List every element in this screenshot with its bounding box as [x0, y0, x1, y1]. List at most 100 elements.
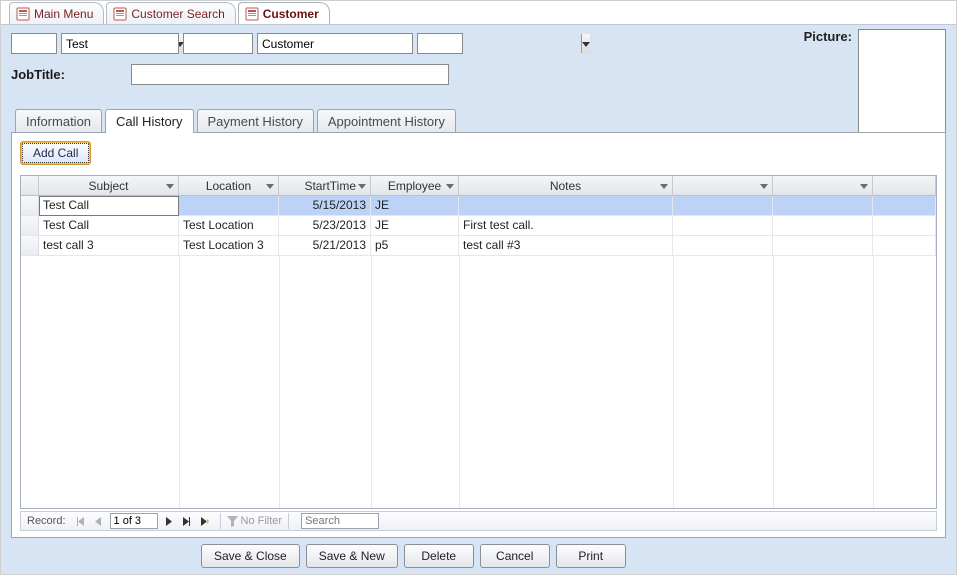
cell-notes[interactable]: test call #3: [459, 236, 673, 256]
cell-employee[interactable]: JE: [371, 216, 459, 236]
chevron-down-icon[interactable]: [356, 180, 368, 192]
cell-blank[interactable]: [673, 216, 773, 236]
cell-subject[interactable]: test call 3: [39, 236, 179, 256]
chevron-down-icon[interactable]: [164, 180, 176, 192]
last-name-combo[interactable]: [257, 33, 413, 54]
col-employee[interactable]: Employee: [371, 176, 459, 195]
cell-subject[interactable]: Test Call: [39, 216, 179, 236]
row-selector[interactable]: [21, 196, 39, 216]
doc-tab-label: Customer: [263, 7, 319, 21]
cell-starttime[interactable]: 5/23/2013: [279, 216, 371, 236]
cell-blank[interactable]: [873, 196, 936, 216]
cell-starttime[interactable]: 5/21/2013: [279, 236, 371, 256]
calls-datasheet[interactable]: Subject Location StartTime Employee Note…: [20, 175, 937, 509]
cell-blank[interactable]: [773, 196, 873, 216]
jobtitle-field[interactable]: [132, 65, 448, 84]
cell-employee[interactable]: JE: [371, 196, 459, 216]
first-name-field[interactable]: [62, 34, 178, 53]
col-subject[interactable]: Subject: [39, 176, 179, 195]
last-record-button[interactable]: [178, 512, 196, 530]
cell-location[interactable]: Test Location 3: [179, 236, 279, 256]
doc-tab-customer[interactable]: Customer: [238, 2, 330, 24]
cell-starttime[interactable]: 5/15/2013: [279, 196, 371, 216]
chevron-down-icon[interactable]: [444, 180, 456, 192]
tab-payment-history[interactable]: Payment History: [197, 109, 314, 133]
record-position-input[interactable]: [111, 515, 157, 527]
col-starttime[interactable]: StartTime: [279, 176, 371, 195]
cell-notes[interactable]: First test call.: [459, 216, 673, 236]
last-name-input[interactable]: [258, 34, 421, 53]
col-label: Subject: [88, 179, 128, 193]
row-selector[interactable]: [21, 236, 39, 256]
form-body: Picture: JobTitle:: [1, 25, 956, 574]
col-blank[interactable]: [873, 176, 936, 195]
suffix-input[interactable]: [418, 34, 581, 53]
search-input[interactable]: [302, 514, 378, 528]
table-row[interactable]: Test Call 5/15/2013 JE: [21, 196, 936, 216]
doc-tab-main-menu[interactable]: Main Menu: [9, 2, 104, 24]
col-location[interactable]: Location: [179, 176, 279, 195]
add-call-button[interactable]: Add Call: [20, 141, 91, 165]
save-new-button[interactable]: Save & New: [306, 544, 398, 568]
jobtitle-input[interactable]: [131, 64, 449, 85]
chevron-down-icon[interactable]: [858, 180, 870, 192]
doc-tab-customer-search[interactable]: Customer Search: [106, 2, 235, 24]
tab-call-history[interactable]: Call History: [105, 109, 193, 133]
datasheet-header: Subject Location StartTime Employee Note…: [21, 176, 936, 196]
picture-box[interactable]: [858, 29, 946, 141]
delete-button[interactable]: Delete: [404, 544, 474, 568]
cell-employee[interactable]: p5: [371, 236, 459, 256]
first-name-input[interactable]: [61, 33, 179, 54]
chevron-down-icon[interactable]: [658, 180, 670, 192]
prefix-combo[interactable]: [11, 33, 57, 54]
picture-label: Picture:: [804, 29, 852, 44]
table-row[interactable]: test call 3 Test Location 3 5/21/2013 p5…: [21, 236, 936, 256]
button-label: Save & New: [319, 549, 385, 563]
print-button[interactable]: Print: [556, 544, 626, 568]
col-notes[interactable]: Notes: [459, 176, 673, 195]
col-label: Notes: [550, 179, 581, 193]
filter-indicator[interactable]: No Filter: [227, 515, 283, 527]
prev-record-button[interactable]: [90, 512, 108, 530]
col-blank[interactable]: [673, 176, 773, 195]
tab-label: Information: [26, 114, 91, 129]
tab-label: Call History: [116, 114, 182, 129]
chevron-down-icon[interactable]: [264, 180, 276, 192]
search-box[interactable]: [301, 513, 379, 529]
dropdown-icon[interactable]: [581, 34, 590, 53]
cancel-button[interactable]: Cancel: [480, 544, 550, 568]
save-close-button[interactable]: Save & Close: [201, 544, 300, 568]
button-label: Add Call: [33, 146, 78, 160]
next-record-button[interactable]: [160, 512, 178, 530]
suffix-combo[interactable]: [417, 33, 463, 54]
detail-tabs: Information Call History Payment History…: [11, 109, 946, 133]
tab-label: Payment History: [208, 114, 303, 129]
cell-blank[interactable]: [773, 236, 873, 256]
row-selector[interactable]: [21, 216, 39, 236]
first-record-button[interactable]: [72, 512, 90, 530]
select-all-corner[interactable]: [21, 176, 39, 195]
cell-blank[interactable]: [773, 216, 873, 236]
empty-grid-area: [39, 256, 936, 508]
cell-blank[interactable]: [873, 216, 936, 236]
table-row[interactable]: Test Call Test Location 5/23/2013 JE Fir…: [21, 216, 936, 236]
new-record-button[interactable]: [196, 512, 214, 530]
cell-subject[interactable]: Test Call: [39, 196, 179, 216]
cell-location[interactable]: Test Location: [179, 216, 279, 236]
middle-name-field[interactable]: [184, 34, 252, 53]
cell-notes[interactable]: [459, 196, 673, 216]
cell-blank[interactable]: [673, 196, 773, 216]
middle-name-input[interactable]: [183, 33, 253, 54]
col-label: Location: [206, 179, 251, 193]
record-position-box[interactable]: [110, 513, 158, 529]
cell-blank[interactable]: [873, 236, 936, 256]
chevron-down-icon[interactable]: [758, 180, 770, 192]
col-blank[interactable]: [773, 176, 873, 195]
cell-blank[interactable]: [673, 236, 773, 256]
col-label: Employee: [388, 179, 441, 193]
tab-appointment-history[interactable]: Appointment History: [317, 109, 456, 133]
cell-location[interactable]: [179, 196, 279, 216]
tab-body: Add Call Subject Location StartTime Empl…: [11, 132, 946, 538]
tab-information[interactable]: Information: [15, 109, 102, 133]
funnel-icon: [227, 516, 238, 527]
